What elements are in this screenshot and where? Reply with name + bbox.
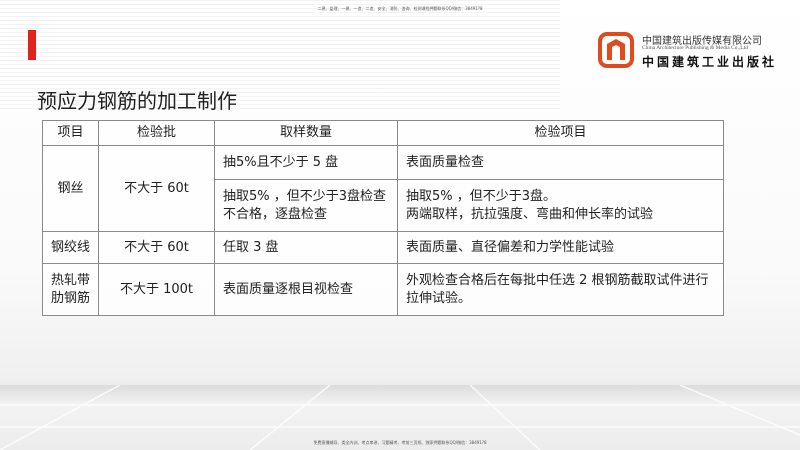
cell-sample: 抽5%且不少于 5 盘 xyxy=(214,145,398,180)
header-item: 项目 xyxy=(42,120,99,146)
cell-inspect: 外观检查合格后在每批中任选 2 根钢筋截取试件进行拉伸试验。 xyxy=(397,263,724,316)
logo-company-en: China Architecture Publishing & Media Co… xyxy=(642,45,748,51)
cell-inspect: 表面质量检查 xyxy=(397,145,724,180)
header-sample: 取样数量 xyxy=(214,120,398,146)
top-note: 二建、监理、一建、一造、二造、安全、消防、咨询、检测课程押题联系QQ/微信：38… xyxy=(317,6,483,11)
table-row: 钢丝 不大于 60t 抽5%且不少于 5 盘 表面质量检查 xyxy=(42,145,724,232)
cell-batch: 不大于 60t xyxy=(98,231,215,264)
logo-publisher-cn: 中国建筑工业出版社 xyxy=(642,55,778,69)
cell-sample: 任取 3 盘 xyxy=(214,231,398,264)
cell-batch: 不大于 100t xyxy=(98,263,215,316)
publisher-logo: 中国建筑出版传媒有限公司 China Architecture Publishi… xyxy=(598,30,798,72)
publisher-emblem-icon xyxy=(598,32,634,68)
table-row: 热轧带肋钢筋 不大于 100t 表面质量逐根目视检查 外观检查合格后在每批中任选… xyxy=(42,263,724,316)
cell-inspect-line: 抽取5% ，但不少于3盘。 xyxy=(406,188,557,204)
inspection-table: 项目 检验批 取样数量 检验项目 钢丝 不大于 60t 抽5%且不少于 5 盘 … xyxy=(42,120,724,316)
cell-inspect: 表面质量、直径偏差和力学性能试验 xyxy=(397,231,724,264)
cell-item: 钢丝 xyxy=(42,145,99,232)
cell-sample: 表面质量逐根目视检查 xyxy=(214,263,398,316)
bottom-note: 免费直播辅导、类全内训、考点串讲、习题精考、考前三页纸、独家押题联系QQ/微信：… xyxy=(313,440,487,445)
cell-inspect: 抽取5% ，但不少于3盘。两端取样，抗拉强度、弯曲和伸长率的试验 xyxy=(397,179,724,232)
table-header: 项目 检验批 取样数量 检验项目 xyxy=(42,120,724,146)
cell-item: 热轧带肋钢筋 xyxy=(42,263,99,316)
cell-item: 钢绞线 xyxy=(42,231,99,264)
cell-inspect-line: 两端取样，抗拉强度、弯曲和伸长率的试验 xyxy=(406,206,654,222)
header-batch: 检验批 xyxy=(98,120,215,146)
header-inspect: 检验项目 xyxy=(397,120,724,146)
accent-bar xyxy=(28,30,36,60)
cell-batch: 不大于 60t xyxy=(98,145,215,232)
table-row: 钢绞线 不大于 60t 任取 3 盘 表面质量、直径偏差和力学性能试验 xyxy=(42,231,724,264)
page-title: 预应力钢筋的加工制作 xyxy=(37,89,237,113)
cell-sample: 抽取5% ，但不少于3盘检查不合格，逐盘检查 xyxy=(214,179,398,232)
